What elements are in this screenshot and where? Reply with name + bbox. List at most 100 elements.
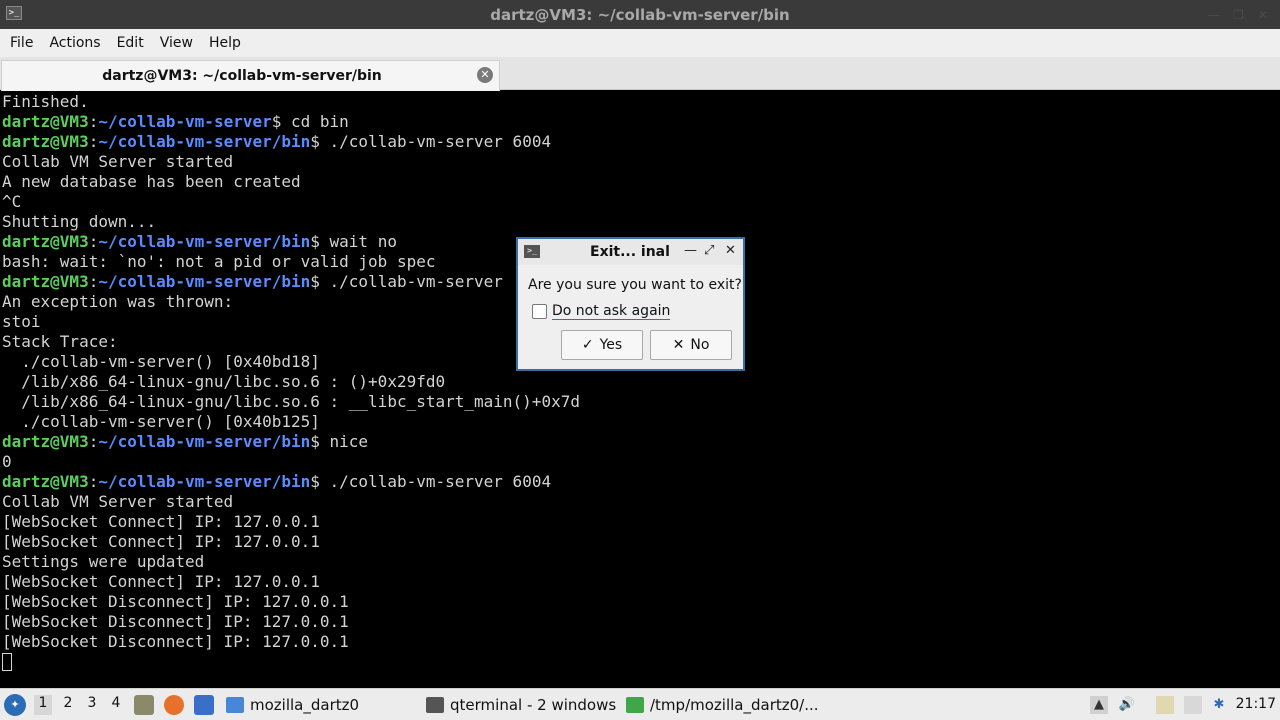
minimize-icon[interactable]: — <box>684 243 697 258</box>
prompt-separator: : <box>88 432 99 451</box>
volume-icon[interactable]: 🔊 <box>1118 696 1136 714</box>
terminal-output-line: Collab VM Server started <box>2 492 234 511</box>
terminal-icon <box>426 697 444 713</box>
close-icon[interactable]: ✕ <box>725 243 736 258</box>
prompt-separator: : <box>88 472 99 491</box>
task-label: mozilla_dartz0 <box>250 696 360 714</box>
prompt-user: dartz@VM3 <box>2 272 89 291</box>
task-mozilla-folder[interactable]: mozilla_dartz0 <box>224 693 359 717</box>
terminal-output-line: [WebSocket Disconnect] IP: 127.0.0.1 <box>2 612 349 631</box>
terminal-prompt-line: dartz@VM3:~/collab-vm-server$ cd bin <box>2 112 349 132</box>
yes-button-label: Yes <box>599 337 623 353</box>
prompt-separator: : <box>88 232 99 251</box>
tray-arrow-icon[interactable]: ▲ <box>1090 696 1108 714</box>
terminal-output-line: [WebSocket Connect] IP: 127.0.0.1 <box>2 532 320 551</box>
terminal-output-line: [WebSocket Disconnect] IP: 127.0.0.1 <box>2 632 349 651</box>
prompt-user: dartz@VM3 <box>2 472 89 491</box>
close-icon[interactable]: ✕ <box>1258 8 1268 22</box>
workspace-2[interactable]: 2 <box>59 695 77 715</box>
prompt-path: ~/collab-vm-server/bin <box>98 432 311 451</box>
menu-help[interactable]: Help <box>201 35 249 51</box>
terminal-output-line: ^C <box>2 192 22 211</box>
exit-confirm-dialog: >_ Exit... inal — ⤢ ✕ Are you sure you w… <box>516 237 745 371</box>
do-not-ask-checkbox[interactable] <box>532 304 547 319</box>
x-icon: ✕ <box>672 337 685 353</box>
prompt-path: ~/collab-vm-server/bin <box>98 272 311 291</box>
firefox-icon[interactable] <box>164 695 184 715</box>
prompt-path: ~/collab-vm-server/bin <box>98 472 311 491</box>
file-manager-icon[interactable] <box>134 695 154 715</box>
menu-edit[interactable]: Edit <box>109 35 152 51</box>
prompt-path: ~/collab-vm-server/bin <box>98 132 311 151</box>
do-not-ask-label[interactable]: Do not ask again <box>552 303 671 320</box>
terminal-output-line: Shutting down... <box>2 212 157 231</box>
terminal-output-line: ./collab-vm-server() [0x40b125] <box>2 412 320 431</box>
prompt-user: dartz@VM3 <box>2 132 89 151</box>
prompt-user: dartz@VM3 <box>2 432 89 451</box>
no-button[interactable]: ✕ No <box>650 330 732 360</box>
terminal-output-line: Collab VM Server started <box>2 152 234 171</box>
minimize-icon[interactable]: — <box>1207 8 1219 22</box>
task-label: qterminal - 2 windows <box>450 696 617 714</box>
menu-view[interactable]: View <box>152 35 201 51</box>
network-icon[interactable] <box>1184 696 1202 714</box>
terminal-output-line: A new database has been created <box>2 172 301 191</box>
prompt-command: $ nice <box>310 432 369 451</box>
terminal-prompt-line: dartz@VM3:~/collab-vm-server/bin$ wait n… <box>2 232 397 252</box>
prompt-command: $ ./collab-vm-server 6004 <box>310 132 552 151</box>
workspace-3[interactable]: 3 <box>83 695 101 715</box>
prompt-command: $ wait no <box>310 232 397 251</box>
menu-file[interactable]: File <box>2 35 41 51</box>
terminal-output-line: Stack Trace: <box>2 332 118 351</box>
window-title: dartz@VM3: ~/collab-vm-server/bin <box>490 6 790 24</box>
tab-close-icon[interactable]: ✕ <box>477 67 493 83</box>
terminal-output-line: 0 <box>2 452 12 471</box>
task-tmp-archive[interactable]: /tmp/mozilla_dartz0/... <box>624 693 819 717</box>
terminal-prompt-line: dartz@VM3:~/collab-vm-server/bin$ ./coll… <box>2 132 551 152</box>
menubar: File Actions Edit View Help <box>0 29 1280 57</box>
task-qterminal[interactable]: qterminal - 2 windows <box>424 693 616 717</box>
terminal-prompt-line: dartz@VM3:~/collab-vm-server/bin$ nice <box>2 432 368 452</box>
window-titlebar: >_ dartz@VM3: ~/collab-vm-server/bin — ❐… <box>0 0 1280 29</box>
maximize-icon[interactable]: ⤢ <box>704 243 714 258</box>
dialog-titlebar: >_ Exit... inal — ⤢ ✕ <box>518 239 743 265</box>
yes-button[interactable]: ✓ Yes <box>561 330 643 360</box>
terminal-output-line: bash: wait: `no': not a pid or valid job… <box>2 252 436 271</box>
tab-label: dartz@VM3: ~/collab-vm-server/bin <box>102 68 382 84</box>
menu-actions[interactable]: Actions <box>41 35 108 51</box>
prompt-command: $ cd bin <box>271 112 349 131</box>
workspace-4[interactable]: 4 <box>107 695 125 715</box>
prompt-path: ~/collab-vm-server <box>98 112 272 131</box>
prompt-command: $ ./collab-vm-server 6004 <box>310 472 552 491</box>
terminal-output-line: ./collab-vm-server() [0x40bd18] <box>2 352 320 371</box>
folder-icon <box>226 697 244 713</box>
prompt-user: dartz@VM3 <box>2 232 89 251</box>
prompt-separator: : <box>88 272 99 291</box>
bluetooth-icon[interactable]: ✱ <box>1210 696 1228 714</box>
terminal-output-line: Finished. <box>2 92 89 111</box>
terminal-output-line: [WebSocket Disconnect] IP: 127.0.0.1 <box>2 592 349 611</box>
terminal-output[interactable]: Finished. dartz@VM3:~/collab-vm-server$ c… <box>0 91 1280 687</box>
start-menu-icon[interactable]: ✦ <box>4 694 26 716</box>
dialog-question: Are you sure you want to exit? <box>528 277 742 293</box>
maximize-icon[interactable]: ❐ <box>1233 8 1244 22</box>
terminal-output-line: [WebSocket Connect] IP: 127.0.0.1 <box>2 572 320 591</box>
tab-terminal[interactable]: dartz@VM3: ~/collab-vm-server/bin ✕ <box>1 60 500 91</box>
prompt-path: ~/collab-vm-server/bin <box>98 232 311 251</box>
window-controls: — ❐ ✕ <box>1207 8 1268 22</box>
prompt-user: dartz@VM3 <box>2 112 89 131</box>
terminal-output-line: [WebSocket Connect] IP: 127.0.0.1 <box>2 512 320 531</box>
clipboard-icon[interactable] <box>1156 696 1174 714</box>
terminal-prompt-line: dartz@VM3:~/collab-vm-server/bin$ ./coll… <box>2 272 503 292</box>
terminal-output-line: /lib/x86_64-linux-gnu/libc.so.6 : __libc… <box>2 392 580 411</box>
tab-bar: dartz@VM3: ~/collab-vm-server/bin ✕ <box>0 57 1280 91</box>
check-icon: ✓ <box>581 337 594 353</box>
clock[interactable]: 21:17 <box>1236 696 1276 712</box>
terminal-prompt-line: dartz@VM3:~/collab-vm-server/bin$ ./coll… <box>2 472 551 492</box>
prompt-command: $ ./collab-vm-server <box>310 272 503 291</box>
prompt-separator: : <box>88 132 99 151</box>
workspace-1[interactable]: 1 <box>34 695 52 715</box>
desktop-icon[interactable] <box>194 695 214 715</box>
prompt-separator: : <box>88 112 99 131</box>
terminal-output-line: Settings were updated <box>2 552 205 571</box>
